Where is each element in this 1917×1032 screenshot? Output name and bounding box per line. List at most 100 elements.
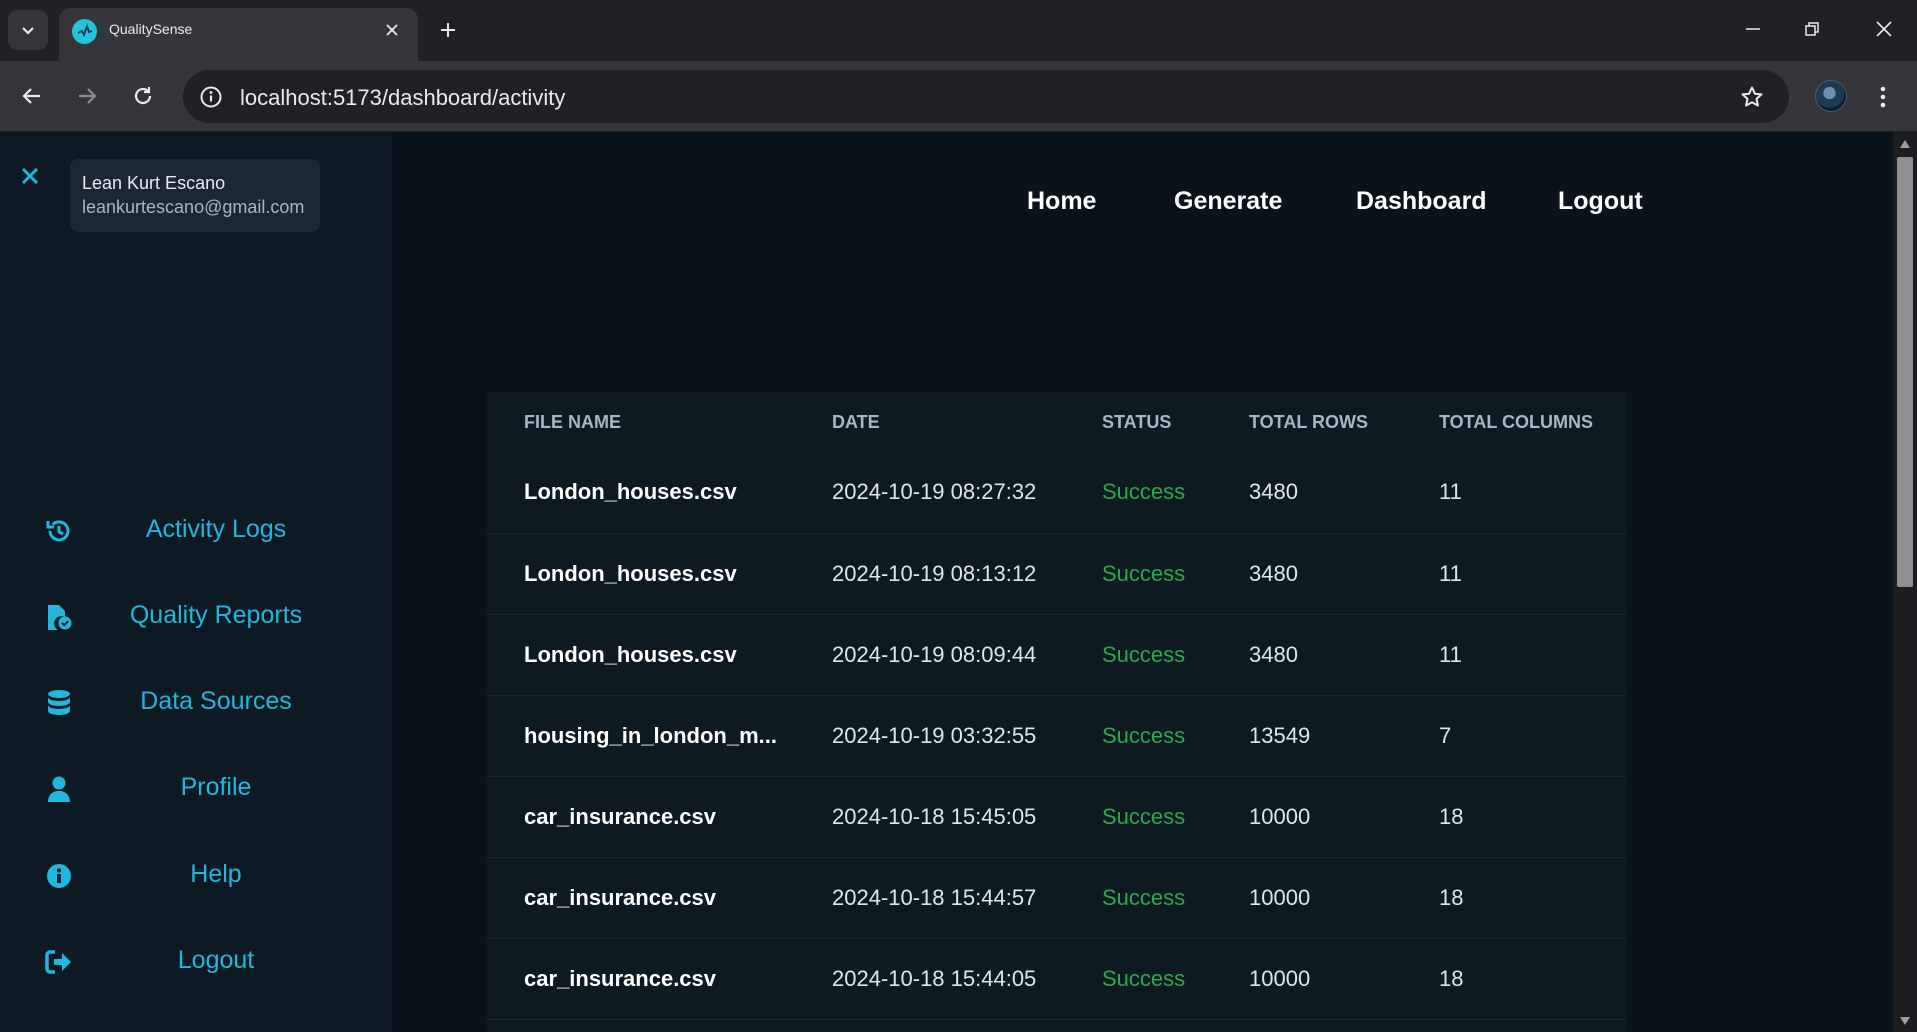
- table-row[interactable]: car_insurance.csv 2024-10-18 15:44:57 Su…: [487, 857, 1626, 939]
- table-row[interactable]: car_insurance.csv 2024-10-18 15:45:05 Su…: [487, 776, 1626, 858]
- cell-file-name: car_insurance.csv: [487, 938, 795, 1020]
- close-icon: [1876, 21, 1892, 37]
- nav-logout-link[interactable]: Logout: [1558, 187, 1643, 216]
- plus-icon: [441, 23, 455, 37]
- sidebar-close-button[interactable]: [16, 162, 44, 190]
- cell-date: 2024-10-19 08:09:44: [795, 614, 1065, 696]
- browser-tab[interactable]: QualitySense: [59, 8, 418, 61]
- restore-icon: [1805, 22, 1819, 36]
- cell-status: Success: [1065, 614, 1212, 696]
- column-header-date: DATE: [832, 411, 880, 432]
- cell-file-name: London_houses.csv: [487, 533, 795, 615]
- cell-file-name: London_houses.csv: [487, 614, 795, 696]
- sidebar-item-quality-reports[interactable]: Quality Reports: [0, 586, 392, 646]
- user-name: Lean Kurt Escano: [82, 173, 226, 193]
- restore-button[interactable]: [1779, 0, 1845, 58]
- sidebar-item-profile[interactable]: Profile: [0, 758, 392, 818]
- activity-logs-table: FILE NAME DATE STATUS TOTAL ROWS TOTAL C…: [487, 392, 1626, 1020]
- user-card: Lean Kurt Escano leankurtescano@gmail.co…: [70, 159, 320, 232]
- cell-file-name: car_insurance.csv: [487, 776, 795, 858]
- table-row[interactable]: London_houses.csv 2024-10-19 08:13:12 Su…: [487, 533, 1626, 615]
- table-header-row: FILE NAME DATE STATUS TOTAL ROWS TOTAL C…: [487, 392, 1626, 452]
- forward-button[interactable]: [68, 77, 106, 115]
- tab-title: QualitySense: [109, 21, 193, 37]
- user-icon: [44, 774, 74, 804]
- main-content: Home Generate Dashboard Logout FILE NAME…: [392, 132, 1893, 1032]
- cell-total-rows: 3480: [1212, 614, 1402, 696]
- cell-date: 2024-10-19 08:27:32: [795, 452, 1065, 534]
- activity-logs-table-container: FILE NAME DATE STATUS TOTAL ROWS TOTAL C…: [487, 392, 1626, 1032]
- sidebar-item-label: Profile: [180, 773, 252, 801]
- table-row[interactable]: London_houses.csv 2024-10-19 08:27:32 Su…: [487, 452, 1626, 534]
- minimize-button[interactable]: [1720, 0, 1786, 58]
- close-icon: [386, 24, 398, 36]
- database-icon: [44, 688, 74, 718]
- cell-total-columns: 18: [1402, 857, 1626, 939]
- table-row[interactable]: London_houses.csv 2024-10-19 08:09:44 Su…: [487, 614, 1626, 696]
- table-row[interactable]: car_insurance.csv 2024-10-18 15:44:05 Su…: [487, 938, 1626, 1020]
- sidebar-item-label: Data Sources: [140, 687, 292, 715]
- qualitysense-favicon-icon: [72, 19, 97, 44]
- sidebar-item-logout[interactable]: Logout: [0, 931, 392, 991]
- profile-avatar[interactable]: [1815, 80, 1847, 112]
- back-button[interactable]: [13, 77, 51, 115]
- sidebar-item-label: Quality Reports: [129, 601, 303, 629]
- bookmark-button[interactable]: [1737, 82, 1767, 112]
- sidebar-item-label: Help: [190, 860, 242, 888]
- minimize-icon: [1746, 28, 1760, 30]
- cell-date: 2024-10-19 08:13:12: [795, 533, 1065, 615]
- close-window-button[interactable]: [1851, 0, 1917, 58]
- cell-date: 2024-10-18 15:44:05: [795, 938, 1065, 1020]
- browser-toolbar: localhost:5173/dashboard/activity: [0, 61, 1917, 132]
- info-circle-icon: [200, 86, 222, 108]
- cell-total-columns: 11: [1402, 452, 1626, 534]
- site-info-button[interactable]: [197, 83, 225, 111]
- sidebar-item-label: Activity Logs: [145, 515, 287, 543]
- file-check-icon: [44, 602, 74, 632]
- cell-total-columns: 11: [1402, 614, 1626, 696]
- cell-date: 2024-10-18 15:44:57: [795, 857, 1065, 939]
- page-scrollbar[interactable]: [1893, 132, 1917, 1032]
- browser-tab-bar: QualitySense: [0, 0, 1917, 61]
- sidebar-item-activity-logs[interactable]: Activity Logs: [0, 500, 392, 560]
- cell-total-columns: 7: [1402, 695, 1626, 777]
- close-icon: [21, 167, 39, 185]
- address-bar[interactable]: localhost:5173/dashboard/activity: [183, 70, 1789, 123]
- history-icon: [44, 516, 74, 546]
- cell-total-columns: 18: [1402, 776, 1626, 858]
- reload-button[interactable]: [124, 77, 162, 115]
- nav-dashboard-link[interactable]: Dashboard: [1356, 187, 1487, 216]
- table-row[interactable]: housing_in_london_m... 2024-10-19 03:32:…: [487, 695, 1626, 777]
- cell-status: Success: [1065, 533, 1212, 615]
- nav-generate-link[interactable]: Generate: [1174, 187, 1282, 216]
- sidebar-item-label: Logout: [177, 946, 255, 974]
- tab-search-button[interactable]: [8, 10, 48, 50]
- cell-total-rows: 10000: [1212, 938, 1402, 1020]
- tab-close-button[interactable]: [379, 17, 405, 43]
- info-icon: [44, 861, 74, 891]
- cell-date: 2024-10-18 15:45:05: [795, 776, 1065, 858]
- new-tab-button[interactable]: [430, 12, 466, 48]
- cell-total-columns: 11: [1402, 533, 1626, 615]
- browser-menu-button[interactable]: [1868, 79, 1898, 115]
- cell-total-rows: 10000: [1212, 776, 1402, 858]
- nav-home-link[interactable]: Home: [1027, 187, 1096, 216]
- cell-status: Success: [1065, 857, 1212, 939]
- cell-total-rows: 10000: [1212, 857, 1402, 939]
- scroll-up-button[interactable]: [1898, 137, 1912, 151]
- scroll-down-button[interactable]: [1898, 1014, 1912, 1028]
- url-text[interactable]: localhost:5173/dashboard/activity: [240, 85, 565, 111]
- cell-total-rows: 3480: [1212, 533, 1402, 615]
- sidebar-item-data-sources[interactable]: Data Sources: [0, 672, 392, 732]
- reload-icon: [134, 87, 152, 105]
- cell-file-name: housing_in_london_m...: [487, 695, 795, 777]
- chevron-down-icon: [22, 27, 34, 35]
- scrollbar-thumb[interactable]: [1897, 157, 1913, 587]
- column-header-total-columns: TOTAL COLUMNS: [1439, 411, 1593, 432]
- column-header-status: STATUS: [1102, 411, 1172, 432]
- arrow-right-icon: [79, 88, 97, 104]
- cell-status: Success: [1065, 695, 1212, 777]
- sidebar-item-help[interactable]: Help: [0, 845, 392, 905]
- star-icon: [1741, 86, 1763, 107]
- cell-status: Success: [1065, 776, 1212, 858]
